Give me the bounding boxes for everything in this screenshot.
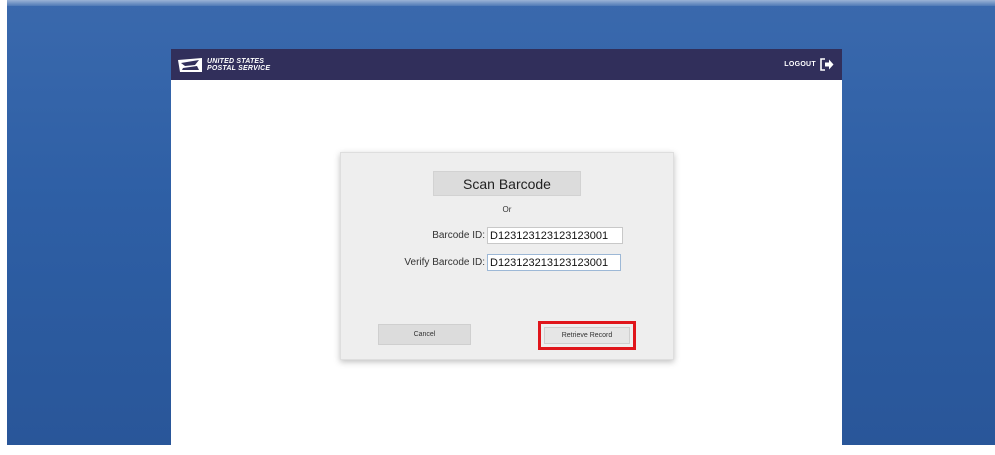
background-top-line: [7, 0, 995, 6]
eagle-logo-icon: [178, 57, 202, 72]
brand: UNITED STATES POSTAL SERVICE: [177, 57, 270, 73]
or-text: Or: [502, 205, 512, 214]
logout-label: LOGOUT: [784, 61, 816, 68]
brand-line-1: UNITED STATES: [207, 57, 265, 65]
barcode-id-input[interactable]: D123123123123123001: [487, 227, 623, 244]
brand-line-2: POSTAL SERVICE: [207, 64, 271, 72]
verify-barcode-id-input[interactable]: D123123213123123001: [487, 254, 621, 271]
retrieve-highlight-box: Retrieve Record: [538, 321, 636, 350]
cancel-button[interactable]: Cancel: [378, 324, 471, 345]
scan-barcode-button[interactable]: Scan Barcode: [433, 171, 581, 196]
retrieve-record-button[interactable]: Retrieve Record: [544, 327, 630, 344]
brand-text: UNITED STATES POSTAL SERVICE: [207, 58, 270, 72]
logout-button[interactable]: LOGOUT: [784, 58, 834, 71]
app-header: UNITED STATES POSTAL SERVICE LOGOUT: [171, 49, 842, 80]
barcode-dialog: Scan Barcode Or Barcode ID: D12312312312…: [340, 152, 674, 360]
barcode-id-label: Barcode ID:: [432, 230, 485, 241]
logout-arrow-icon: [820, 58, 834, 71]
verify-barcode-id-label: Verify Barcode ID:: [404, 257, 485, 268]
